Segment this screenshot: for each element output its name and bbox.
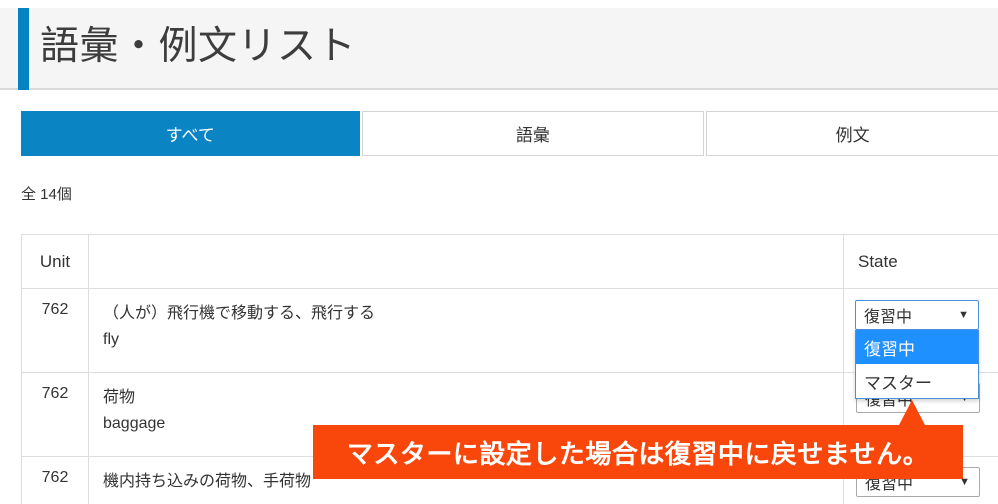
tab-examples-label: 例文	[835, 126, 870, 145]
column-header-unit: Unit	[21, 234, 89, 289]
dropdown-option-master[interactable]: マスター	[856, 364, 978, 398]
total-count-label: 全 14個	[21, 186, 72, 203]
cell-unit: 762	[21, 288, 89, 373]
cell-unit: 762	[21, 372, 89, 457]
state-dropdown-open: 復習中 ▼ 復習中 マスター	[855, 300, 979, 399]
term-english: fly	[103, 331, 119, 348]
page-title: 語彙・例文リスト	[40, 25, 357, 68]
tab-all[interactable]: すべて	[21, 111, 360, 156]
tab-all-label: すべて	[165, 126, 215, 145]
callout-pointer-arrow	[898, 400, 926, 427]
term-japanese: 荷物	[103, 389, 136, 406]
state-dropdown-list: 復習中 マスター	[855, 330, 979, 399]
term-japanese: （人が）飛行機で移動する、飛行する	[103, 305, 376, 322]
column-header-term	[88, 234, 844, 289]
dropdown-option-reviewing-label: 復習中	[864, 339, 915, 359]
tab-vocabulary-label: 語彙	[515, 126, 550, 145]
vocabulary-list-page: 語彙・例文リスト すべて 語彙 例文 全 14個 Unit State 762 …	[0, 0, 998, 504]
table-header-row: Unit State	[21, 234, 998, 289]
filter-tabs: すべて 語彙 例文	[21, 111, 998, 156]
table-header: Unit State	[21, 234, 998, 289]
column-header-state: State	[843, 234, 998, 289]
tab-vocabulary[interactable]: 語彙	[361, 111, 705, 156]
cell-unit: 762	[21, 456, 89, 504]
state-select-row1[interactable]: 復習中 ▼	[855, 300, 979, 330]
chevron-down-icon: ▼	[958, 309, 969, 321]
tab-examples[interactable]: 例文	[706, 111, 998, 156]
state-select-row1-value: 復習中	[864, 309, 913, 326]
dropdown-option-reviewing[interactable]: 復習中	[856, 330, 978, 364]
dropdown-option-master-label: マスター	[864, 373, 932, 393]
warning-callout: マスターに設定した場合は復習中に戻せません。	[313, 425, 963, 479]
header-accent-bar	[18, 8, 29, 90]
table-row: 762 （人が）飛行機で移動する、飛行する fly	[21, 288, 998, 373]
warning-callout-text: マスターに設定した場合は復習中に戻せません。	[346, 438, 930, 469]
cell-term: （人が）飛行機で移動する、飛行する fly	[88, 288, 844, 373]
